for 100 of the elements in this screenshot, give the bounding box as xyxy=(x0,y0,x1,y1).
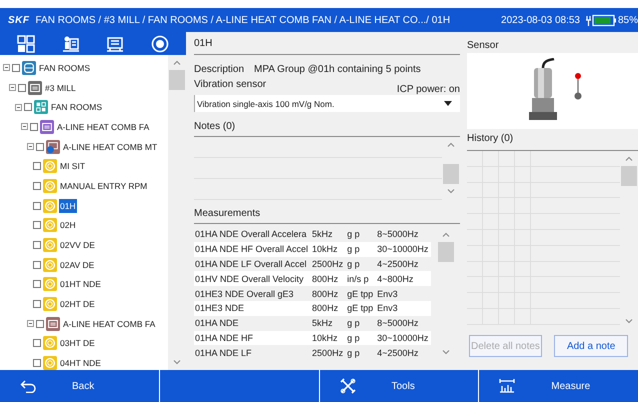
chevron-down-icon[interactable] xyxy=(173,360,181,365)
table-cell: gE tpp xyxy=(346,300,376,316)
tree-item[interactable]: 01HT NDE xyxy=(59,277,102,292)
checkbox[interactable] xyxy=(33,221,41,230)
table-cell-text: g p xyxy=(346,346,361,360)
checkbox[interactable] xyxy=(24,103,32,112)
breadcrumb: FAN ROOMS / #3 MILL / FAN ROOMS / A-LINE HEAT COMB FAN / A-LINE HEAT CO.../ 01H xyxy=(36,14,452,26)
point-icon xyxy=(43,218,57,232)
table-cell: 8~5000Hz xyxy=(376,227,432,242)
scrollbar-thumb[interactable] xyxy=(438,242,454,262)
tree-item[interactable]: 03HT DE xyxy=(59,336,96,350)
tree-item[interactable]: 02VV DE xyxy=(59,238,96,252)
checkbox[interactable] xyxy=(33,202,41,210)
tree-item[interactable]: MI SIT xyxy=(59,159,86,174)
table-cell: 10kHz xyxy=(311,242,346,257)
checkbox[interactable] xyxy=(18,84,26,92)
scrollbar-thumb[interactable] xyxy=(443,164,459,184)
logo: SKF xyxy=(8,14,30,26)
point-icon xyxy=(43,258,57,272)
table-cell: g p xyxy=(346,227,376,242)
table-cell: g p xyxy=(346,256,376,272)
tree-item[interactable]: FAN ROOMS xyxy=(50,100,104,114)
collapse-toggle[interactable] xyxy=(27,320,34,328)
chevron-down-icon[interactable] xyxy=(442,350,450,356)
collapse-toggle[interactable] xyxy=(9,84,16,92)
checkbox[interactable] xyxy=(30,122,38,131)
collapse-toggle[interactable] xyxy=(27,143,34,150)
collapse-toggle[interactable] xyxy=(21,123,28,130)
machine-icon[interactable] xyxy=(62,34,80,52)
checkbox[interactable] xyxy=(33,359,41,368)
back-icon xyxy=(20,379,36,393)
back-button[interactable]: Back xyxy=(0,370,159,402)
table-cell: 10kHz xyxy=(311,330,346,346)
tree-item[interactable]: A-LINE HEAT COMB FA xyxy=(56,120,150,134)
tree-item[interactable]: A-LINE HEAT COMB MT xyxy=(62,140,158,154)
chevron-down-icon[interactable] xyxy=(447,189,455,194)
checkbox[interactable] xyxy=(12,64,20,72)
history-label: History (0) xyxy=(467,133,514,146)
table-cell-text: 2500Hz xyxy=(311,346,344,360)
table-cell: Env3 xyxy=(376,300,432,316)
table-cell: g p xyxy=(346,242,376,257)
tree-item[interactable]: #3 MILL xyxy=(44,80,77,95)
tree-item[interactable]: 01H xyxy=(59,198,77,213)
sensor-label: Sensor xyxy=(467,40,500,53)
checkbox[interactable] xyxy=(33,241,41,250)
chevron-up-icon[interactable] xyxy=(447,142,455,147)
scrollbar-thumb[interactable] xyxy=(621,166,637,186)
tree-item[interactable]: MANUAL ENTRY RPM xyxy=(59,178,148,193)
chevron-up-icon[interactable] xyxy=(442,232,450,237)
tree-item[interactable]: A-LINE HEAT COMB FA xyxy=(62,316,156,331)
table-cell: 800Hz xyxy=(311,286,346,301)
checkbox[interactable] xyxy=(33,339,41,348)
chevron-down-icon[interactable] xyxy=(625,319,633,324)
equipment-icon[interactable] xyxy=(106,34,124,52)
tools-button[interactable]: Tools xyxy=(318,370,478,402)
add-note-button[interactable]: Add a note xyxy=(554,335,628,357)
tree-item[interactable]: FAN ROOMS xyxy=(38,60,92,75)
table-cell: 4~800Hz xyxy=(376,271,432,286)
asset-icon xyxy=(46,140,60,154)
sensor-dropdown[interactable]: Vibration single-axis 100 mV/g Nom. xyxy=(194,95,460,112)
chevron-up-icon[interactable] xyxy=(173,60,181,65)
target-icon[interactable] xyxy=(150,34,169,52)
tree-item[interactable]: 02HT DE xyxy=(59,297,96,312)
asset-icon xyxy=(46,316,60,331)
notes-label: Notes (0) xyxy=(194,121,460,137)
tools-icon xyxy=(340,378,356,394)
asset-icon xyxy=(40,120,54,134)
table-cell: 01HA NDE xyxy=(194,316,312,331)
checkbox[interactable] xyxy=(36,142,44,151)
checkbox[interactable] xyxy=(33,162,41,170)
chevron-up-icon[interactable] xyxy=(625,156,633,161)
point-title: 01H xyxy=(194,36,460,55)
table-cell: 2500Hz xyxy=(311,256,346,272)
checkbox[interactable] xyxy=(33,260,41,269)
collapse-toggle[interactable] xyxy=(15,104,22,111)
table-cell-text: 4~2500Hz xyxy=(376,346,420,360)
point-icon xyxy=(43,198,57,213)
measure-button[interactable]: Measure xyxy=(478,370,638,402)
table-cell: 8~5000Hz xyxy=(376,316,432,331)
table-cell: 01HE3 NDE xyxy=(194,300,312,316)
checkbox[interactable] xyxy=(33,182,41,190)
battery-level: 85% xyxy=(618,14,638,26)
tree-item[interactable]: 02AV DE xyxy=(59,258,96,272)
point-icon xyxy=(43,297,57,312)
table-cell: 01HA NDE HF Overall Accel xyxy=(194,242,312,257)
table-cell: 01HA NDE Overall Accelera xyxy=(194,227,312,242)
checkbox[interactable] xyxy=(33,300,41,308)
checkbox[interactable] xyxy=(36,320,44,328)
tree-item[interactable]: 02H xyxy=(59,218,77,232)
tree-item[interactable]: 04HT NDE xyxy=(59,356,102,370)
scrollbar-thumb[interactable] xyxy=(169,70,185,90)
battery-icon xyxy=(586,14,616,26)
scrollbar[interactable] xyxy=(168,55,186,370)
dropdown-icon xyxy=(444,101,452,106)
table-cell: g p xyxy=(346,316,376,331)
table-cell: 4~2500Hz xyxy=(376,256,432,272)
checkbox[interactable] xyxy=(33,280,41,288)
collapse-toggle[interactable] xyxy=(3,64,10,72)
icp-power-status: ICP power: on xyxy=(396,84,460,95)
grid-icon[interactable] xyxy=(17,34,36,52)
